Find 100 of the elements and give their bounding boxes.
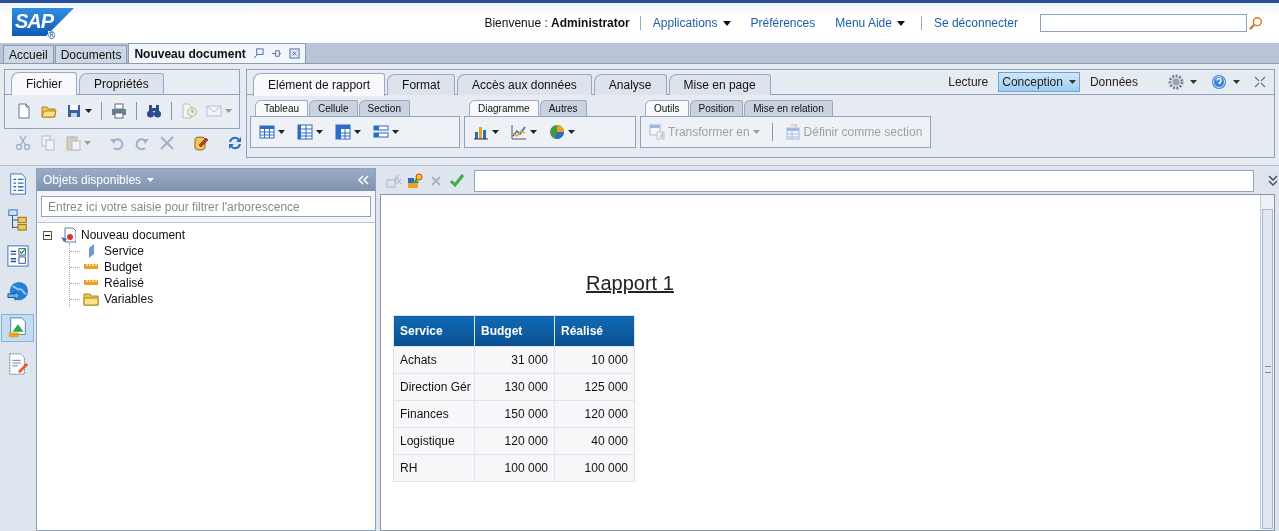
- document-tab[interactable]: Accueil: [3, 45, 54, 63]
- help-icon[interactable]: [1211, 74, 1227, 90]
- tree-item[interactable]: Variables: [104, 292, 154, 306]
- ribbon-tab[interactable]: Propriétés: [79, 73, 164, 94]
- view-mode-button[interactable]: Données: [1085, 72, 1142, 92]
- bar-chart-icon: [473, 124, 489, 140]
- table-cell: 100 000: [474, 454, 555, 482]
- envelope-icon: [206, 103, 222, 119]
- clipboard-icon: [65, 135, 81, 151]
- vertical-table-button[interactable]: [294, 123, 326, 141]
- caret-icon: [896, 20, 905, 26]
- checkmark-icon[interactable]: [449, 173, 465, 189]
- form-table-button[interactable]: [370, 123, 402, 141]
- table-cell: 40 000: [554, 427, 635, 455]
- clock-document-icon: [181, 103, 197, 119]
- header-link[interactable]: Préférences: [740, 16, 826, 30]
- view-mode-button[interactable]: Lecture: [944, 72, 993, 92]
- tree-item[interactable]: Réalisé: [104, 276, 145, 290]
- table-section-icon: [784, 124, 801, 140]
- table-button[interactable]: [256, 123, 288, 141]
- table-cell: Direction Gér: [393, 373, 475, 401]
- scissors-icon: [15, 135, 31, 151]
- document-tab[interactable]: Documents: [54, 45, 128, 63]
- crosstab-button[interactable]: [332, 123, 364, 141]
- crosstab-icon: [335, 124, 351, 140]
- caret-icon: [225, 109, 232, 113]
- pin-icon[interactable]: [270, 48, 282, 59]
- caret-icon: [316, 130, 323, 134]
- caret-icon: [85, 109, 92, 113]
- line-chart-button[interactable]: [508, 123, 540, 141]
- form-table-icon: [373, 124, 389, 140]
- table-icon: [259, 124, 275, 140]
- redo-icon: [134, 135, 150, 151]
- tree-item[interactable]: Budget: [104, 260, 143, 274]
- header-link[interactable]: Menu Aide: [825, 16, 915, 30]
- pie-chart-icon: [549, 124, 565, 140]
- group-tab[interactable]: Cellule: [309, 100, 358, 116]
- table-chart-icon: [649, 124, 665, 140]
- column-header: Service: [393, 315, 475, 347]
- caret-icon: [1068, 80, 1076, 84]
- search-icon[interactable]: [1249, 16, 1263, 30]
- caret-icon: [722, 20, 731, 26]
- tree-item[interactable]: Nouveau document: [81, 228, 186, 242]
- float-icon[interactable]: [252, 48, 264, 59]
- caret-icon: [354, 130, 361, 134]
- chart-document-button[interactable]: [1, 314, 34, 342]
- database-pencil-icon: [193, 135, 209, 151]
- header-link[interactable]: Applications: [639, 16, 741, 30]
- table-cell: Achats: [393, 346, 475, 374]
- binoculars-icon: [146, 103, 162, 119]
- ribbon-tab[interactable]: Mise en page: [668, 74, 771, 95]
- ribbon-tab[interactable]: Elément de rapport: [253, 73, 386, 96]
- folder-icon: [83, 291, 99, 307]
- group-tab[interactable]: Mise en relation: [744, 100, 833, 116]
- caret-icon[interactable]: [1233, 80, 1240, 84]
- scrollbar[interactable]: [1260, 195, 1274, 530]
- ribbon-tab[interactable]: Analyse: [593, 74, 667, 95]
- settings-icon[interactable]: [1168, 74, 1184, 90]
- header-link[interactable]: Se déconnecter: [920, 16, 1028, 30]
- group-tab[interactable]: Tableau: [255, 100, 309, 116]
- collapse-icon[interactable]: [1254, 76, 1266, 88]
- expand-icon[interactable]: [1267, 175, 1279, 187]
- new-document-icon: [16, 103, 32, 119]
- printer-icon: [111, 103, 127, 119]
- group-tab[interactable]: Section: [358, 100, 410, 116]
- caret-icon: [568, 130, 575, 134]
- vertical-table-icon: [297, 124, 313, 140]
- caret-icon[interactable]: [1190, 80, 1197, 84]
- table-cell: 125 000: [554, 373, 635, 401]
- folder-icon: [41, 103, 57, 119]
- column-header: Budget: [474, 315, 555, 347]
- caret-icon: [752, 130, 760, 134]
- filter-field[interactable]: Entrez ici votre saisie pour filtrer l'arborescence: [41, 196, 371, 217]
- close-icon[interactable]: [288, 48, 300, 59]
- table-cell: 120 000: [554, 400, 635, 428]
- group-tab[interactable]: Position: [689, 100, 744, 116]
- group-tab[interactable]: Outils: [645, 100, 689, 116]
- document-tab[interactable]: Nouveau document: [128, 43, 306, 63]
- ribbon-tab[interactable]: Accès aux données: [457, 74, 592, 95]
- column-header: Réalisé: [554, 315, 635, 347]
- variable-icon[interactable]: [407, 173, 423, 189]
- ribbon-tab[interactable]: Format: [387, 74, 456, 95]
- table-cell: Finances: [393, 400, 475, 428]
- caret-icon: [530, 130, 537, 134]
- ribbon-tab[interactable]: Fichier: [11, 72, 77, 95]
- form-list-icon: [6, 245, 29, 267]
- view-mode-button[interactable]: Conception: [998, 72, 1080, 92]
- group-tab[interactable]: Autres: [539, 100, 587, 116]
- tree-structure-icon: [6, 209, 29, 231]
- formula-field[interactable]: [474, 170, 1254, 192]
- caret-icon: [492, 130, 499, 134]
- search-field[interactable]: [1040, 14, 1247, 32]
- table-cell: 100 000: [554, 454, 635, 482]
- chart-document-icon: [6, 317, 29, 339]
- group-tab[interactable]: Diagramme: [469, 100, 539, 116]
- tree-item[interactable]: Service: [104, 244, 144, 258]
- collapse-toggle-icon[interactable]: [43, 230, 52, 240]
- document-pencil-icon: [6, 353, 29, 375]
- caret-icon: [84, 141, 91, 145]
- copy-icon: [40, 135, 56, 151]
